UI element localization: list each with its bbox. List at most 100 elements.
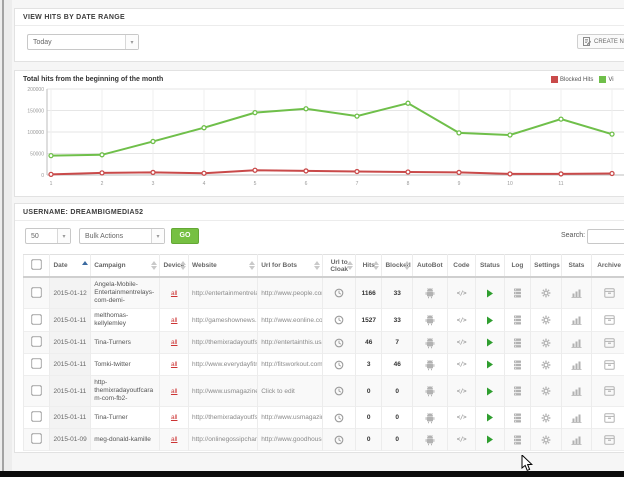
archive-icon[interactable] (604, 436, 615, 443)
device-link[interactable]: all (171, 290, 178, 297)
row-checkbox[interactable] (32, 385, 42, 395)
play-icon[interactable] (486, 436, 494, 443)
row-checkbox[interactable] (32, 433, 42, 443)
play-icon[interactable] (486, 339, 494, 346)
column-header-device[interactable]: Device (160, 255, 189, 278)
select-all-checkbox[interactable] (32, 259, 42, 269)
row-select-cell (24, 407, 50, 429)
search-input[interactable] (587, 229, 624, 244)
sort-arrows-icon[interactable] (180, 261, 186, 270)
page-size-select[interactable]: 50 ▾ (25, 228, 71, 244)
log-icon[interactable] (513, 339, 522, 346)
clock-icon[interactable] (334, 388, 344, 395)
code-icon[interactable]: </> (457, 436, 466, 443)
column-header-date[interactable]: Date (50, 255, 91, 278)
device-link[interactable]: all (171, 436, 178, 443)
clock-icon[interactable] (334, 361, 344, 368)
go-button[interactable]: GO (171, 228, 199, 244)
data-point (559, 117, 563, 121)
column-header-website[interactable]: Website (188, 255, 257, 278)
column-header-blocked[interactable]: Blocked (382, 255, 413, 278)
clock-icon[interactable] (334, 317, 344, 324)
clock-icon[interactable] (334, 436, 344, 443)
sort-arrows-icon[interactable] (314, 261, 320, 270)
gear-icon[interactable] (541, 388, 551, 395)
device-link[interactable]: all (171, 388, 178, 395)
code-icon[interactable]: </> (457, 414, 466, 421)
log-cell (504, 332, 530, 354)
sort-arrows-icon[interactable] (373, 261, 379, 270)
bar-chart-icon[interactable] (571, 361, 582, 368)
column-label: Log (511, 262, 523, 269)
log-icon[interactable] (513, 290, 522, 297)
play-icon[interactable] (486, 361, 494, 368)
bar-chart-icon[interactable] (571, 414, 582, 421)
date-range-select[interactable]: Today ▾ (27, 34, 139, 50)
clock-icon[interactable] (334, 339, 344, 346)
sort-arrows-icon[interactable] (151, 261, 157, 270)
row-checkbox[interactable] (32, 411, 42, 421)
log-icon[interactable] (513, 317, 522, 324)
gear-icon[interactable] (541, 361, 551, 368)
row-checkbox[interactable] (32, 314, 42, 324)
play-icon[interactable] (486, 317, 494, 324)
archive-icon[interactable] (604, 388, 615, 395)
gear-icon[interactable] (541, 290, 551, 297)
sort-arrows-icon[interactable] (249, 261, 255, 270)
code-icon[interactable]: </> (457, 317, 466, 324)
column-header-campaign[interactable]: Campaign (91, 255, 160, 278)
clock-icon[interactable] (334, 414, 344, 421)
row-checkbox[interactable] (32, 358, 42, 368)
gear-icon[interactable] (541, 317, 551, 324)
bar-chart-icon[interactable] (571, 339, 582, 346)
bar-chart-icon[interactable] (571, 388, 582, 395)
device-link[interactable]: all (171, 339, 178, 346)
archive-icon[interactable] (604, 414, 615, 421)
gear-icon[interactable] (541, 414, 551, 421)
play-icon[interactable] (486, 414, 494, 421)
sort-arrows-icon[interactable] (347, 261, 353, 270)
device-link[interactable]: all (171, 414, 178, 421)
archive-icon[interactable] (604, 339, 615, 346)
device-link[interactable]: all (171, 361, 178, 368)
archive-icon[interactable] (604, 317, 615, 324)
device-link[interactable]: all (171, 317, 178, 324)
archive-icon[interactable] (604, 361, 615, 368)
column-header-hits[interactable]: Hits (356, 255, 382, 278)
play-icon[interactable] (486, 290, 494, 297)
clock-icon[interactable] (334, 290, 344, 297)
table-body: 2015-01-12Angela-Mobile-Entertainmentrel… (24, 277, 624, 451)
url-for-bots-cell: http://www.people.com/ar... (258, 277, 323, 309)
log-icon[interactable] (513, 436, 522, 443)
sort-arrows-icon[interactable] (404, 261, 410, 270)
code-icon[interactable]: </> (457, 290, 466, 297)
gear-icon[interactable] (541, 436, 551, 443)
bar-chart-icon[interactable] (571, 290, 582, 297)
bulk-actions-select[interactable]: Bulk Actions ▾ (79, 228, 165, 244)
bar-chart-icon[interactable] (571, 317, 582, 324)
sort-arrows-icon[interactable] (82, 261, 88, 265)
log-icon[interactable] (513, 388, 522, 395)
column-header-url-to-cloak[interactable]: Url to Cloak (323, 255, 356, 278)
archive-icon[interactable] (604, 290, 615, 297)
code-icon[interactable]: </> (457, 339, 466, 346)
bar-chart-icon[interactable] (571, 436, 582, 443)
code-icon[interactable]: </> (457, 361, 466, 368)
chevron-down-icon: ▾ (57, 229, 70, 243)
device-cell: all (160, 407, 189, 429)
row-select-cell (24, 354, 50, 376)
data-point (49, 154, 53, 158)
log-icon[interactable] (513, 414, 522, 421)
row-checkbox[interactable] (32, 336, 42, 346)
code-icon[interactable]: </> (457, 388, 466, 395)
column-header-status: Status (476, 255, 505, 278)
column-header-url-for-bots[interactable]: Url for Bots (258, 255, 323, 278)
play-icon[interactable] (486, 388, 494, 395)
create-new-campaign-button[interactable]: CREATE NEW CAMPAIGN (577, 34, 624, 49)
data-point (406, 101, 410, 105)
row-checkbox[interactable] (32, 287, 42, 297)
gear-icon[interactable] (541, 339, 551, 346)
browser-left-gutter (0, 0, 12, 471)
svg-text:2: 2 (101, 181, 104, 187)
log-icon[interactable] (513, 361, 522, 368)
